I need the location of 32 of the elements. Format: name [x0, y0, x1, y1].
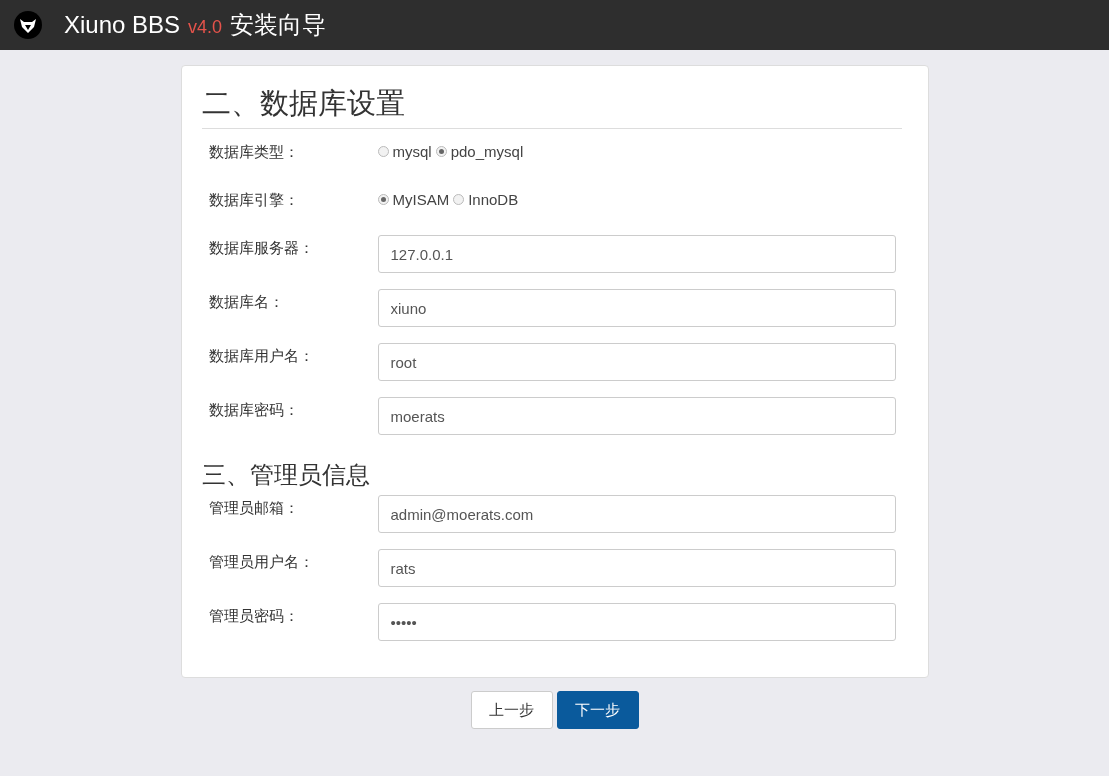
radio-button[interactable] — [377, 194, 389, 205]
field-label: 数据库引擎： — [207, 190, 300, 210]
input-field[interactable]: 127.0.0.1 — [377, 235, 896, 273]
input-field[interactable]: admin@moerats.com — [377, 495, 896, 533]
radio-button[interactable] — [453, 194, 465, 205]
input-field[interactable]: ••••• — [377, 603, 896, 641]
radio-label: MyISAM — [392, 191, 450, 208]
page-title: 安装向导 — [230, 10, 327, 40]
field-label: 管理员邮箱： — [207, 498, 300, 518]
back-button[interactable]: 上一步 — [470, 691, 553, 729]
input-field[interactable]: rats — [377, 549, 896, 587]
input-field[interactable]: xiuno — [377, 289, 896, 327]
radio-button[interactable] — [377, 146, 389, 157]
radio-label: pdo_mysql — [450, 143, 524, 160]
logo-icon — [14, 11, 42, 39]
field-label: 数据库用户名： — [207, 346, 315, 366]
field-label: 数据库名： — [207, 292, 285, 312]
version-label: v4.0 — [188, 17, 223, 38]
input-field[interactable]: moerats — [377, 397, 896, 435]
radio-label: InnoDB — [468, 191, 519, 208]
section-heading: 二、数据库设置 — [201, 84, 902, 129]
field-label: 数据库服务器： — [207, 238, 315, 258]
radio-button[interactable] — [435, 146, 447, 157]
radio-label: mysql — [392, 143, 432, 160]
field-label: 数据库类型： — [207, 142, 300, 162]
app-title: Xiuno BBS — [64, 11, 181, 39]
input-field[interactable]: root — [377, 343, 896, 381]
next-button[interactable]: 下一步 — [556, 691, 639, 729]
field-label: 数据库密码： — [207, 400, 300, 420]
field-label: 管理员用户名： — [207, 552, 315, 572]
field-label: 管理员密码： — [207, 606, 300, 626]
section-heading: 三、管理员信息 — [201, 460, 371, 490]
